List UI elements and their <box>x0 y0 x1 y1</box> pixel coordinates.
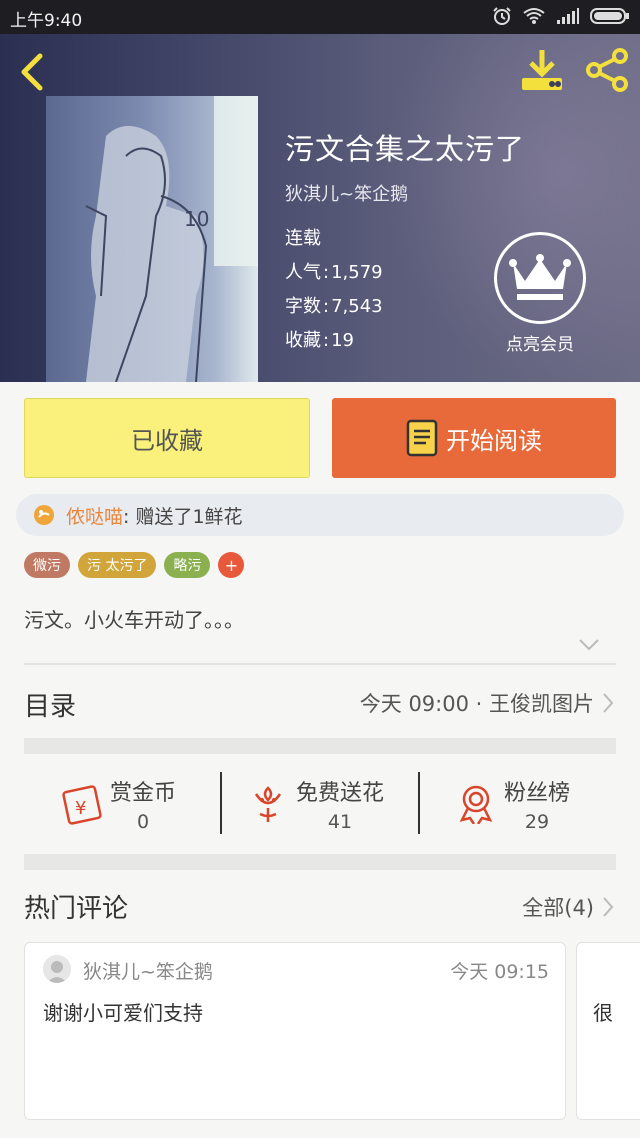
fan-ranking-value: 29 <box>524 811 550 833</box>
chevron-down-icon[interactable] <box>578 638 600 652</box>
popularity-value: 1,579 <box>331 262 383 283</box>
member-label: 点亮会员 <box>506 335 574 355</box>
comment-time: 今天 09:15 <box>450 961 549 983</box>
stats-row: ¥ 赏金币 0 免费送花 41 粉丝榜 29 <box>24 756 616 852</box>
favorites-stat: 收藏:19 <box>285 330 354 351</box>
start-reading-label: 开始阅读 <box>446 426 542 455</box>
comment-user[interactable]: 狄淇儿~笨企鹅 <box>83 957 213 984</box>
avatar[interactable] <box>43 955 71 983</box>
crown-icon <box>494 232 586 324</box>
add-tag-button[interactable]: + <box>218 552 245 578</box>
divider <box>24 663 616 665</box>
divider <box>418 772 420 834</box>
gift-text: : 赠送了1鲜花 <box>123 505 243 528</box>
collected-label: 已收藏 <box>131 426 203 455</box>
coin-envelope-icon: ¥ <box>62 785 102 825</box>
book-cover-image[interactable]: 10 <box>46 96 258 382</box>
book-title: 污文合集之太污了 <box>285 132 526 166</box>
divider <box>220 772 222 834</box>
word-count-stat: 字数:7,543 <box>285 296 383 317</box>
svg-text:10: 10 <box>184 207 209 231</box>
fan-ranking-button[interactable]: 粉丝榜 29 <box>458 756 570 852</box>
fan-ranking-label: 粉丝榜 <box>504 781 571 806</box>
send-flower-value: 41 <box>327 811 353 833</box>
tag-list: 微污 污 太污了 略污 + <box>24 552 245 578</box>
battery-icon <box>590 8 629 24</box>
chevron-right-icon <box>603 693 614 713</box>
reward-coins-value: 0 <box>136 811 150 833</box>
word-count-label: 字数 <box>285 296 321 317</box>
medal-icon <box>459 785 493 824</box>
collected-button[interactable]: 已收藏 <box>24 398 310 478</box>
tag-item[interactable]: 微污 <box>24 552 70 578</box>
word-count-value: 7,543 <box>331 296 383 317</box>
send-flower-button[interactable]: 免费送花 41 <box>250 756 384 852</box>
comment-body: 谢谢小可爱们支持 <box>43 1001 203 1025</box>
tag-item[interactable]: 污 太污了 <box>78 552 157 578</box>
signal-icon <box>557 8 579 24</box>
comment-card[interactable]: 很 <box>576 942 640 1120</box>
start-reading-button[interactable]: 开始阅读 <box>332 398 616 478</box>
status-icons <box>492 6 630 26</box>
popularity-stat: 人气:1,579 <box>285 262 383 283</box>
book-icon <box>406 419 438 457</box>
status-bar: 上午9:40 <box>0 0 640 34</box>
all-comments-link[interactable]: 全部(4) <box>522 892 594 922</box>
hot-comments-title: 热门评论 <box>24 894 129 924</box>
status-time: 上午9:40 <box>10 11 83 31</box>
reward-coins-label: 赏金币 <box>110 781 177 806</box>
reward-coins-button[interactable]: ¥ 赏金币 0 <box>60 756 176 852</box>
toc-title: 目录 <box>24 692 77 722</box>
popularity-label: 人气 <box>285 262 321 283</box>
comment-body: 很 <box>593 1001 613 1025</box>
chevron-right-icon <box>603 897 614 917</box>
send-flower-label: 免费送花 <box>296 781 385 806</box>
flower-gift-icon <box>34 505 54 525</box>
download-icon[interactable] <box>518 46 566 94</box>
table-of-contents-row[interactable]: 目录 今天 09:00 · 王俊凯图片 <box>0 666 640 738</box>
section-separator <box>24 854 616 870</box>
alarm-icon <box>493 7 511 25</box>
book-author[interactable]: 狄淇儿~笨企鹅 <box>285 180 408 206</box>
favorites-value: 19 <box>331 330 354 351</box>
flower-icon <box>254 786 282 822</box>
comment-card[interactable]: 狄淇儿~笨企鹅 今天 09:15 谢谢小可爱们支持 <box>24 942 566 1120</box>
gift-notice: 侬哒喵 : 赠送了1鲜花 <box>16 494 624 536</box>
book-intro: 污文。小火车开动了。。。 <box>24 608 244 632</box>
back-icon[interactable] <box>16 52 48 92</box>
svg-text:¥: ¥ <box>75 798 86 819</box>
share-icon[interactable] <box>584 46 632 94</box>
wifi-icon <box>523 8 545 24</box>
latest-chapter: 今天 09:00 · 王俊凯图片 <box>359 692 594 716</box>
tag-item[interactable]: 略污 <box>164 552 211 578</box>
gift-user[interactable]: 侬哒喵 <box>66 502 123 529</box>
favorites-label: 收藏 <box>285 330 321 351</box>
book-status: 连载 <box>285 228 321 249</box>
section-separator <box>24 738 616 754</box>
member-button[interactable]: 点亮会员 <box>492 232 588 355</box>
